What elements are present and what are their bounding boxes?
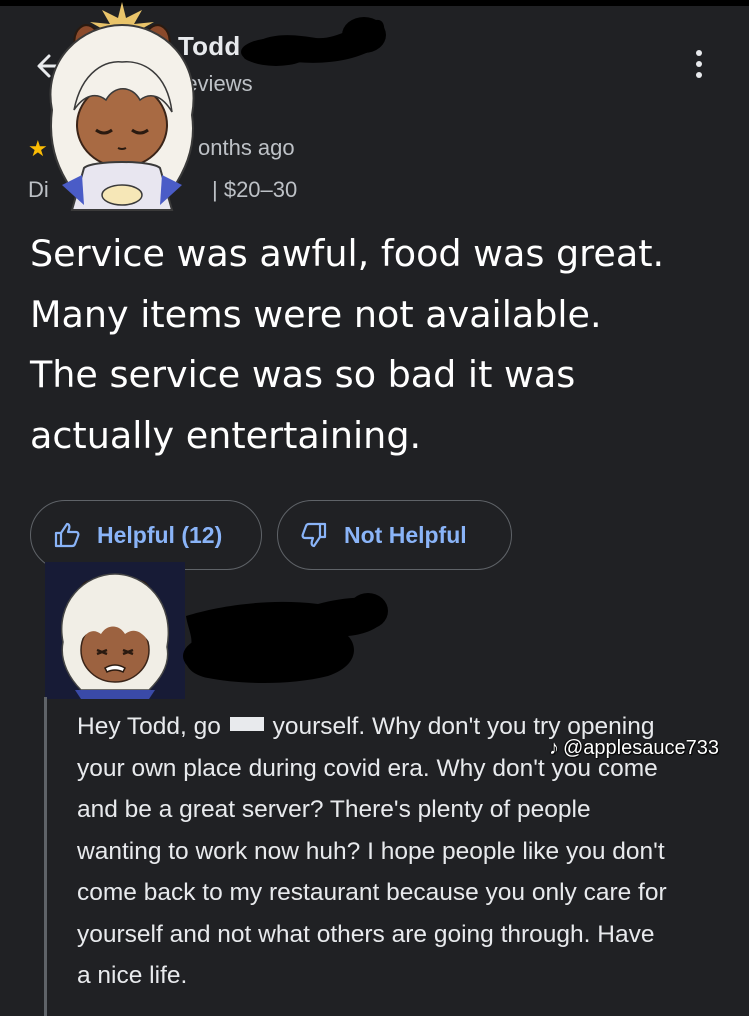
review-line: Service was awful, food was great.: [30, 232, 665, 275]
more-options-button[interactable]: [686, 50, 712, 84]
tiktok-icon: ♪: [549, 737, 559, 759]
censor-bar: [229, 717, 264, 731]
not-helpful-button[interactable]: Not Helpful: [277, 500, 512, 570]
review-line: Many items were not available.: [30, 292, 602, 336]
reply-line: come back to my restaurant because you o…: [77, 879, 667, 906]
name-redaction-scribble: [241, 17, 386, 66]
tiktok-watermark: ♪ @applesauce733: [549, 737, 719, 760]
reply-line: and be a great server? There's plenty of…: [77, 796, 591, 823]
thumb-down-icon: [301, 522, 327, 548]
not-helpful-label: Not Helpful: [344, 521, 467, 548]
more-vert-icon: [686, 50, 712, 78]
price-range: | $20–30: [212, 177, 298, 202]
reply-line: yourself and not what others are going t…: [77, 920, 655, 948]
thumb-up-icon: [54, 522, 80, 548]
watermark-handle: @applesauce733: [563, 737, 719, 759]
reviewer-avatar-sticker[interactable]: [22, 0, 222, 218]
review-line: actually entertaining.: [30, 413, 422, 457]
reply-line: a nice life.: [77, 962, 188, 989]
owner-avatar[interactable]: [45, 562, 185, 699]
reply-line-end: yourself. Why don't you try opening: [272, 713, 655, 740]
reply-line-start: Hey Todd, go: [77, 713, 221, 740]
helpful-label: Helpful (12): [97, 521, 223, 548]
review-line: The service was so bad it was: [30, 353, 576, 396]
helpful-button[interactable]: Helpful (12): [30, 500, 262, 570]
reply-line: wanting to work now huh? I hope people l…: [77, 837, 665, 865]
reply-indent-line: [44, 697, 47, 1016]
review-body: Service was awful, food was great. Many …: [30, 224, 730, 466]
owner-name-redaction-scribble: [183, 593, 388, 683]
